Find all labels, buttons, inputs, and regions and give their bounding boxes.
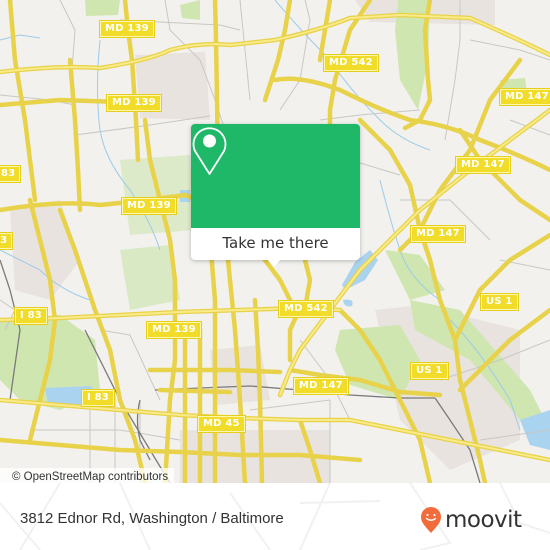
route-shield-i83: I 83 xyxy=(81,389,115,407)
map-pin-icon xyxy=(192,127,227,175)
route-shield-md139: MD 139 xyxy=(121,197,177,215)
popup-header xyxy=(191,124,360,228)
route-shield-i83-partial: 83 xyxy=(0,232,14,250)
map-view[interactable]: MD 139 MD 139 MD 542 MD 147 MD 147 MD 14… xyxy=(0,0,550,483)
address-text: 3812 Ednor Rd, Washington / Baltimore xyxy=(20,510,284,527)
route-shield-md147: MD 147 xyxy=(410,225,466,243)
route-shield-md147: MD 147 xyxy=(293,377,349,395)
route-shield-md147: MD 147 xyxy=(455,156,511,174)
route-shield-md139: MD 139 xyxy=(99,20,155,38)
map-attribution[interactable]: © OpenStreetMap contributors xyxy=(0,468,175,483)
location-popup: Take me there xyxy=(191,124,360,267)
moovit-logo[interactable]: moovit xyxy=(420,505,522,535)
route-shield-md542: MD 542 xyxy=(323,54,379,72)
route-shield-us1: US 1 xyxy=(480,293,519,311)
route-shield-md45: MD 45 xyxy=(197,415,246,433)
take-me-there-button[interactable]: Take me there xyxy=(191,228,360,260)
route-shield-us1: US 1 xyxy=(410,362,449,380)
route-shield-i83-partial: 83 xyxy=(0,165,22,183)
moovit-smiley-pin-icon xyxy=(421,507,441,533)
route-shield-md542: MD 542 xyxy=(278,300,334,318)
route-shield-md147: MD 147 xyxy=(499,88,550,106)
popup-pointer xyxy=(266,258,282,267)
moovit-brand-name: moovit xyxy=(445,507,522,533)
route-shield-md139: MD 139 xyxy=(146,321,202,339)
route-shield-i83: I 83 xyxy=(14,307,48,325)
route-shield-md139: MD 139 xyxy=(106,94,162,112)
